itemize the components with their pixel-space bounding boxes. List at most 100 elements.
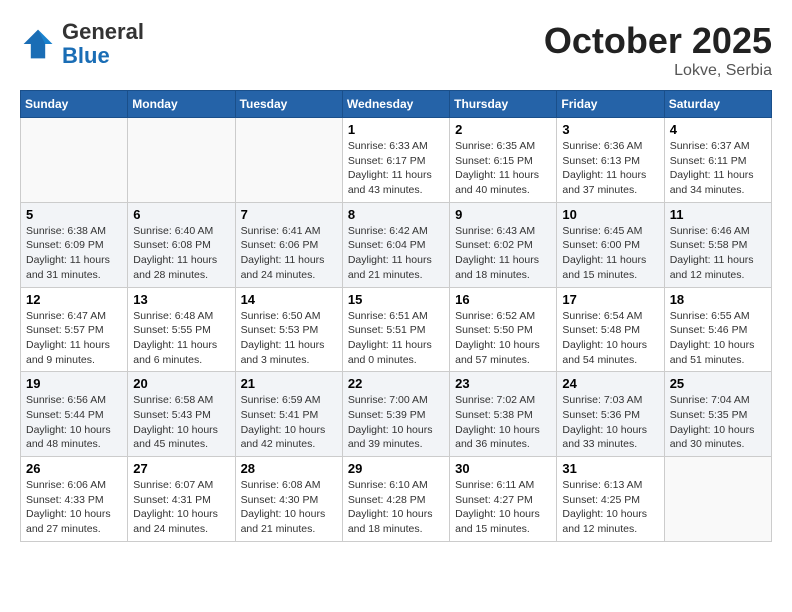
calendar-day-cell: 18Sunrise: 6:55 AM Sunset: 5:46 PM Dayli…	[664, 287, 771, 372]
weekday-header-monday: Monday	[128, 91, 235, 118]
calendar-day-cell: 27 Sunrise: 6:07 AM Sunset: 4:31 PM Dayli…	[128, 457, 235, 542]
day-number: 1	[348, 122, 444, 137]
day-number: 9	[455, 207, 551, 222]
calendar-week-row: 19Sunrise: 6:56 AM Sunset: 5:44 PM Dayli…	[21, 372, 772, 457]
day-info: Sunrise: 6:07 AM Sunset: 4:31 PM Dayligh…	[133, 478, 229, 537]
day-info: Sunrise: 6:40 AM Sunset: 6:08 PM Dayligh…	[133, 224, 229, 283]
day-number: 23	[455, 376, 551, 391]
day-info: Sunrise: 6:58 AM Sunset: 5:43 PM Dayligh…	[133, 393, 229, 452]
day-number: 25	[670, 376, 766, 391]
day-info: Sunrise: 6:50 AM Sunset: 5:53 PM Dayligh…	[241, 309, 337, 368]
page-header: General Blue October 2025 Lokve, Serbia	[20, 20, 772, 80]
day-number: 17	[562, 292, 658, 307]
day-number: 30	[455, 461, 551, 476]
day-number: 7	[241, 207, 337, 222]
day-info: Sunrise: 6:37 AM Sunset: 6:11 PM Dayligh…	[670, 139, 766, 198]
day-info: Sunrise: 6:42 AM Sunset: 6:04 PM Dayligh…	[348, 224, 444, 283]
day-number: 21	[241, 376, 337, 391]
day-number: 28	[241, 461, 337, 476]
calendar-day-cell	[128, 118, 235, 203]
day-number: 11	[670, 207, 766, 222]
month-title: October 2025	[544, 20, 772, 62]
calendar-day-cell	[664, 457, 771, 542]
calendar-day-cell: 5 Sunrise: 6:38 AM Sunset: 6:09 PM Daylig…	[21, 202, 128, 287]
logo-icon	[20, 26, 56, 62]
day-info: Sunrise: 6:38 AM Sunset: 6:09 PM Dayligh…	[26, 224, 122, 283]
weekday-header-tuesday: Tuesday	[235, 91, 342, 118]
calendar-day-cell: 13Sunrise: 6:48 AM Sunset: 5:55 PM Dayli…	[128, 287, 235, 372]
calendar-day-cell: 15 Sunrise: 6:51 AM Sunset: 5:51 PM Dayli…	[342, 287, 449, 372]
calendar-day-cell: 9Sunrise: 6:43 AM Sunset: 6:02 PM Daylig…	[450, 202, 557, 287]
day-number: 14	[241, 292, 337, 307]
day-number: 31	[562, 461, 658, 476]
day-number: 10	[562, 207, 658, 222]
day-info: Sunrise: 6:41 AM Sunset: 6:06 PM Dayligh…	[241, 224, 337, 283]
calendar-day-cell: 29Sunrise: 6:10 AM Sunset: 4:28 PM Dayli…	[342, 457, 449, 542]
day-number: 22	[348, 376, 444, 391]
calendar-day-cell: 2 Sunrise: 6:35 AM Sunset: 6:15 PM Daylig…	[450, 118, 557, 203]
weekday-header-saturday: Saturday	[664, 91, 771, 118]
day-info: Sunrise: 6:51 AM Sunset: 5:51 PM Dayligh…	[348, 309, 444, 368]
day-info: Sunrise: 6:36 AM Sunset: 6:13 PM Dayligh…	[562, 139, 658, 198]
calendar-day-cell: 14 Sunrise: 6:50 AM Sunset: 5:53 PM Dayli…	[235, 287, 342, 372]
day-info: Sunrise: 6:06 AM Sunset: 4:33 PM Dayligh…	[26, 478, 122, 537]
day-info: Sunrise: 6:35 AM Sunset: 6:15 PM Dayligh…	[455, 139, 551, 198]
day-info: Sunrise: 6:52 AM Sunset: 5:50 PM Dayligh…	[455, 309, 551, 368]
weekday-header-row: SundayMondayTuesdayWednesdayThursdayFrid…	[21, 91, 772, 118]
day-info: Sunrise: 6:45 AM Sunset: 6:00 PM Dayligh…	[562, 224, 658, 283]
day-info: Sunrise: 7:04 AM Sunset: 5:35 PM Dayligh…	[670, 393, 766, 452]
calendar-day-cell: 26Sunrise: 6:06 AM Sunset: 4:33 PM Dayli…	[21, 457, 128, 542]
day-number: 15	[348, 292, 444, 307]
day-number: 2	[455, 122, 551, 137]
day-info: Sunrise: 7:02 AM Sunset: 5:38 PM Dayligh…	[455, 393, 551, 452]
weekday-header-friday: Friday	[557, 91, 664, 118]
day-number: 18	[670, 292, 766, 307]
calendar-day-cell: 8 Sunrise: 6:42 AM Sunset: 6:04 PM Daylig…	[342, 202, 449, 287]
calendar-week-row: 5 Sunrise: 6:38 AM Sunset: 6:09 PM Daylig…	[21, 202, 772, 287]
calendar-day-cell: 31 Sunrise: 6:13 AM Sunset: 4:25 PM Dayli…	[557, 457, 664, 542]
day-number: 24	[562, 376, 658, 391]
calendar-day-cell: 12Sunrise: 6:47 AM Sunset: 5:57 PM Dayli…	[21, 287, 128, 372]
calendar-day-cell: 4 Sunrise: 6:37 AM Sunset: 6:11 PM Daylig…	[664, 118, 771, 203]
weekday-header-thursday: Thursday	[450, 91, 557, 118]
day-number: 4	[670, 122, 766, 137]
day-info: Sunrise: 6:46 AM Sunset: 5:58 PM Dayligh…	[670, 224, 766, 283]
calendar-day-cell: 1Sunrise: 6:33 AM Sunset: 6:17 PM Daylig…	[342, 118, 449, 203]
calendar-day-cell: 23 Sunrise: 7:02 AM Sunset: 5:38 PM Dayli…	[450, 372, 557, 457]
calendar-day-cell: 19Sunrise: 6:56 AM Sunset: 5:44 PM Dayli…	[21, 372, 128, 457]
logo: General Blue	[20, 20, 144, 68]
calendar-day-cell: 17 Sunrise: 6:54 AM Sunset: 5:48 PM Dayli…	[557, 287, 664, 372]
weekday-header-sunday: Sunday	[21, 91, 128, 118]
calendar-week-row: 1Sunrise: 6:33 AM Sunset: 6:17 PM Daylig…	[21, 118, 772, 203]
day-info: Sunrise: 7:00 AM Sunset: 5:39 PM Dayligh…	[348, 393, 444, 452]
day-number: 6	[133, 207, 229, 222]
weekday-header-wednesday: Wednesday	[342, 91, 449, 118]
calendar-table: SundayMondayTuesdayWednesdayThursdayFrid…	[20, 90, 772, 542]
title-block: October 2025 Lokve, Serbia	[544, 20, 772, 80]
day-number: 8	[348, 207, 444, 222]
calendar-day-cell	[21, 118, 128, 203]
calendar-day-cell: 16Sunrise: 6:52 AM Sunset: 5:50 PM Dayli…	[450, 287, 557, 372]
day-number: 5	[26, 207, 122, 222]
calendar-week-row: 12Sunrise: 6:47 AM Sunset: 5:57 PM Dayli…	[21, 287, 772, 372]
calendar-week-row: 26Sunrise: 6:06 AM Sunset: 4:33 PM Dayli…	[21, 457, 772, 542]
calendar-day-cell: 6 Sunrise: 6:40 AM Sunset: 6:08 PM Daylig…	[128, 202, 235, 287]
day-number: 27	[133, 461, 229, 476]
day-number: 3	[562, 122, 658, 137]
day-info: Sunrise: 6:47 AM Sunset: 5:57 PM Dayligh…	[26, 309, 122, 368]
day-info: Sunrise: 6:08 AM Sunset: 4:30 PM Dayligh…	[241, 478, 337, 537]
day-info: Sunrise: 6:54 AM Sunset: 5:48 PM Dayligh…	[562, 309, 658, 368]
calendar-day-cell: 21 Sunrise: 6:59 AM Sunset: 5:41 PM Dayli…	[235, 372, 342, 457]
calendar-day-cell: 25 Sunrise: 7:04 AM Sunset: 5:35 PM Dayli…	[664, 372, 771, 457]
day-info: Sunrise: 6:59 AM Sunset: 5:41 PM Dayligh…	[241, 393, 337, 452]
day-info: Sunrise: 6:11 AM Sunset: 4:27 PM Dayligh…	[455, 478, 551, 537]
calendar-day-cell: 7 Sunrise: 6:41 AM Sunset: 6:06 PM Daylig…	[235, 202, 342, 287]
day-info: Sunrise: 6:13 AM Sunset: 4:25 PM Dayligh…	[562, 478, 658, 537]
calendar-day-cell: 30 Sunrise: 6:11 AM Sunset: 4:27 PM Dayli…	[450, 457, 557, 542]
calendar-day-cell: 3 Sunrise: 6:36 AM Sunset: 6:13 PM Daylig…	[557, 118, 664, 203]
calendar-day-cell: 24Sunrise: 7:03 AM Sunset: 5:36 PM Dayli…	[557, 372, 664, 457]
day-info: Sunrise: 6:48 AM Sunset: 5:55 PM Dayligh…	[133, 309, 229, 368]
calendar-day-cell: 11 Sunrise: 6:46 AM Sunset: 5:58 PM Dayli…	[664, 202, 771, 287]
day-number: 29	[348, 461, 444, 476]
day-number: 19	[26, 376, 122, 391]
